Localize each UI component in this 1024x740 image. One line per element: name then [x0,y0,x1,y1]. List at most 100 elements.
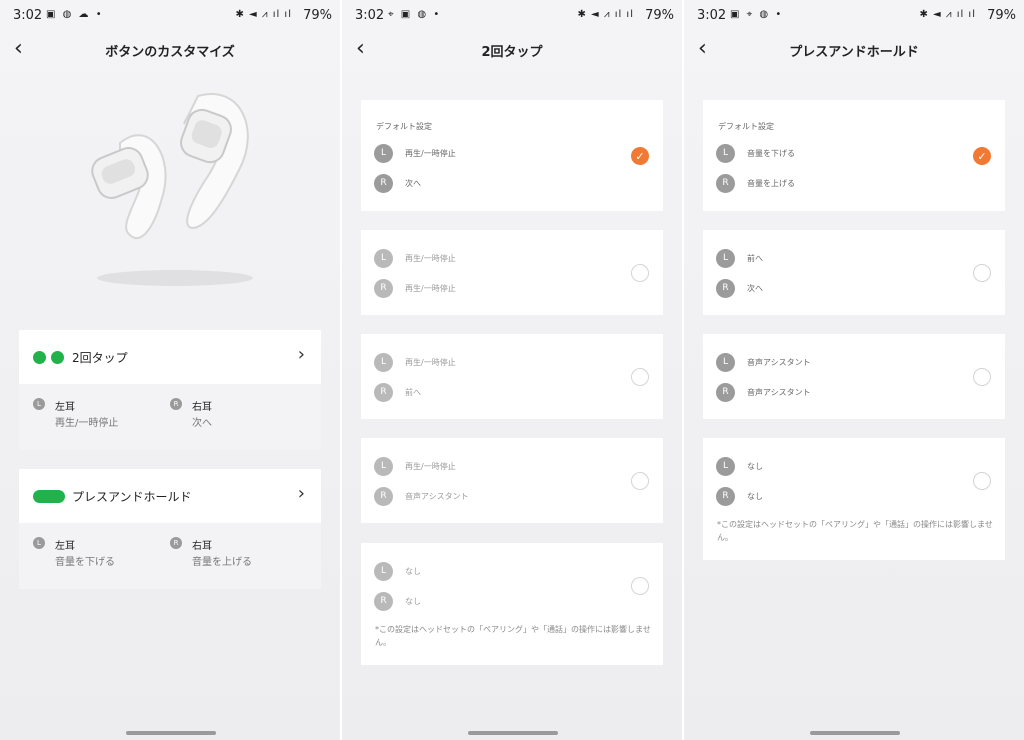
page-title: 2回タップ [481,45,543,60]
radio-button[interactable] [631,368,649,386]
status-time: 3:02 [697,8,727,23]
left-action: 再生/一時停止 [405,254,456,263]
press-hold-summary: L 左耳 音量を下げる R 右耳 音量を上げる [19,523,321,589]
default-setting-label: デフォルト設定 [718,122,774,131]
left-action: なし [405,567,421,576]
left-ear-label: 左耳 [55,402,75,413]
radio-button[interactable] [631,577,649,595]
option-card[interactable]: L なし R なし *この設定はヘッドセットの「ペアリング」や「通話」の操作には影響… [361,543,663,665]
signal-icons: ✱ ◄ ⩘ ıl ıl [235,9,292,20]
hold-indicator [33,490,65,503]
right-action: なし [747,492,763,501]
press-hold-card: プレスアンドホールド › L 左耳 音量を下げる R 右耳 音量を上げる [19,469,321,589]
right-badge: R [374,279,393,298]
option-card-default[interactable]: デフォルト設定 L 再生/一時停止 R 次へ ✓ [361,100,663,211]
home-indicator[interactable] [126,731,216,735]
left-action: 再生/一時停止 [405,149,456,158]
notification-icons: ⌖ ▣ ◍ • [388,9,442,20]
status-time: 3:02 [13,8,43,23]
double-tap-label: 2回タップ [72,351,128,365]
left-ear-value: 音量を下げる [55,557,115,568]
earbuds-image [91,93,253,286]
signal-icons: ✱ ◄ ⩘ ıl ıl [577,9,634,20]
left-action: なし [747,462,763,471]
home-indicator[interactable] [810,731,900,735]
option-card[interactable]: L 音声アシスタント R 音声アシスタント [703,334,1005,419]
right-badge: R [716,487,735,506]
right-action: 再生/一時停止 [405,284,456,293]
left-action: 音声アシスタント [747,358,811,367]
left-badge: L [374,457,393,476]
chevron-right-icon: › [297,483,305,504]
customize-buttons-screen: 3:02 ▣ ◍ ☁ • ✱ ◄ ⩘ ıl ıl 79% ‹ ボタンのカスタマイ… [0,0,340,740]
disclaimer-note: *この設定はヘッドセットの「ペアリング」や「通話」の操作には影響しません。 [717,520,993,542]
left-badge: L [33,537,45,549]
left-badge: L [374,144,393,163]
disclaimer-note: *この設定はヘッドセットの「ペアリング」や「通話」の操作には影響しません。 [375,625,651,647]
left-action: 再生/一時停止 [405,358,456,367]
status-bar: 3:02 ▣ ◍ ☁ • ✱ ◄ ⩘ ıl ıl 79% [0,0,340,30]
double-tap-card: 2回タップ › L 左耳 再生/一時停止 R 右耳 次へ [19,330,321,450]
check-icon[interactable]: ✓ [631,147,649,165]
check-icon[interactable]: ✓ [973,147,991,165]
press-hold-row[interactable]: プレスアンドホールド › [19,469,321,523]
radio-button[interactable] [631,264,649,282]
page-title: ボタンのカスタマイズ [105,45,235,60]
right-badge: R [374,383,393,402]
left-badge: L [716,457,735,476]
right-action: なし [405,597,421,606]
header: ‹ プレスアンドホールド [684,34,1024,64]
left-badge: L [374,353,393,372]
signal-icons: ✱ ◄ ⩘ ıl ıl [919,9,976,20]
right-badge: R [170,398,182,410]
left-ear-label: 左耳 [55,541,75,552]
left-ear-value: 再生/一時停止 [55,418,119,429]
right-indicator-dot [51,351,64,364]
left-badge: L [374,562,393,581]
option-card[interactable]: L 前へ R 次へ [703,230,1005,315]
right-badge: R [716,174,735,193]
double-tap-row[interactable]: 2回タップ › [19,330,321,384]
battery-level: 79% [303,8,332,23]
radio-button[interactable] [973,368,991,386]
right-ear-value: 音量を上げる [192,557,252,568]
left-badge: L [33,398,45,410]
battery-level: 79% [645,8,674,23]
radio-button[interactable] [973,472,991,490]
left-badge: L [716,249,735,268]
left-action: 再生/一時停止 [405,462,456,471]
left-badge: L [716,144,735,163]
press-hold-label: プレスアンドホールド [72,490,192,504]
radio-button[interactable] [631,472,649,490]
battery-level: 79% [987,8,1016,23]
right-badge: R [374,487,393,506]
right-action: 次へ [747,284,763,293]
right-badge: R [170,537,182,549]
option-card[interactable]: L 再生/一時停止 R 再生/一時停止 [361,230,663,315]
right-action: 次へ [405,179,421,188]
left-badge: L [374,249,393,268]
press-hold-screen: 3:02 ▣ ⌖ ◍ • ✱ ◄ ⩘ ıl ıl 79% ‹ プレスアンドホール… [684,0,1024,740]
status-bar: 3:02 ▣ ⌖ ◍ • ✱ ◄ ⩘ ıl ıl 79% [684,0,1024,30]
radio-button[interactable] [973,264,991,282]
status-time: 3:02 [355,8,385,23]
double-tap-screen: 3:02 ⌖ ▣ ◍ • ✱ ◄ ⩘ ıl ıl 79% ‹ 2回タップ デフォ… [342,0,682,740]
left-action: 前へ [747,254,763,263]
home-indicator[interactable] [468,731,558,735]
right-badge: R [374,174,393,193]
header: ‹ 2回タップ [342,34,682,64]
right-badge: R [716,383,735,402]
option-card-default[interactable]: デフォルト設定 L 音量を下げる R 音量を上げる ✓ [703,100,1005,211]
right-action: 音量を上げる [747,179,795,188]
page-title: プレスアンドホールド [789,45,919,60]
chevron-right-icon: › [297,344,305,365]
left-indicator-dot [33,351,46,364]
notification-icons: ▣ ⌖ ◍ • [730,9,784,20]
right-action: 前へ [405,388,421,397]
option-card[interactable]: L 再生/一時停止 R 前へ [361,334,663,419]
right-ear-value: 次へ [192,418,212,429]
left-action: 音量を下げる [747,149,795,158]
left-badge: L [716,353,735,372]
option-card[interactable]: L なし R なし *この設定はヘッドセットの「ペアリング」や「通話」の操作には影響… [703,438,1005,560]
option-card[interactable]: L 再生/一時停止 R 音声アシスタント [361,438,663,523]
